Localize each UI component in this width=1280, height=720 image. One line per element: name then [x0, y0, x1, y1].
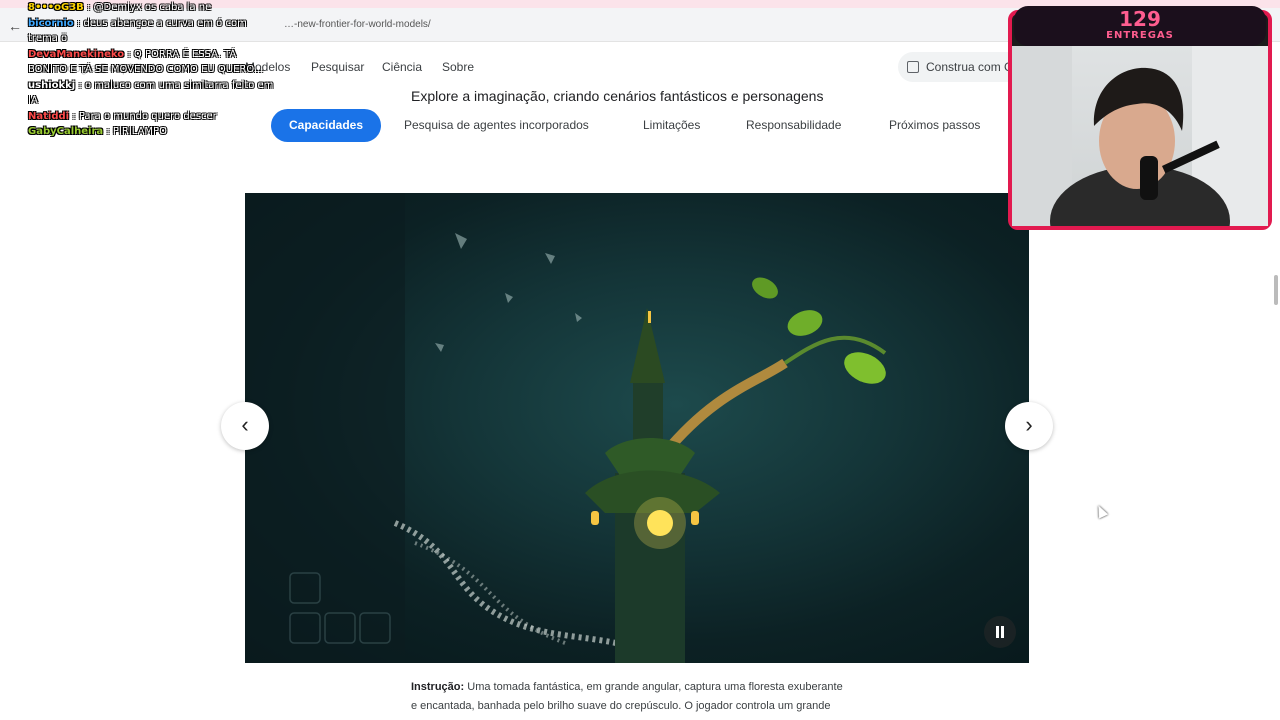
scrollbar-thumb[interactable]	[1274, 275, 1278, 305]
chat-username: bicornio	[28, 17, 74, 29]
build-with-label: Construa com G	[926, 60, 1014, 74]
arrow-left-icon[interactable]: ←	[6, 17, 24, 35]
section-heading: Explore a imaginação, criando cenários f…	[411, 88, 824, 104]
chat-text: : Para o mundo quero descer	[72, 110, 217, 122]
tab-limitacoes[interactable]: Limitações	[643, 109, 700, 142]
webcam-video	[1012, 46, 1268, 226]
external-link-icon	[907, 61, 919, 73]
chat-username: 8•••oG3B	[28, 2, 84, 13]
webcam-count: 129	[1119, 7, 1161, 31]
chevron-left-icon: ‹	[241, 412, 249, 437]
chat-message: DevaManekineko : Q PORRA É ESSA. TÁ BONI…	[28, 47, 278, 78]
nav-pesquisar[interactable]: Pesquisar	[311, 60, 364, 74]
webcam-counter-banner: 129 ENTREGAS	[1014, 6, 1266, 46]
chat-message: 8•••oG3B : @Demiyx os caba la ne	[28, 0, 278, 16]
chat-message: bicornio : deus abençoe a curva em ó com…	[28, 16, 278, 47]
chat-username: Natiddi	[28, 110, 70, 122]
chat-username: GabyCalheira	[28, 126, 104, 137]
webcam-label: ENTREGAS	[1106, 30, 1174, 41]
video-caption: Instrução: Uma tomada fantástica, em gra…	[411, 678, 851, 720]
chevron-right-icon: ›	[1025, 412, 1033, 437]
chat-text: : @Demiyx os caba la ne	[86, 2, 212, 13]
tab-proximos-passos[interactable]: Próximos passos	[889, 109, 980, 142]
tab-pesquisa-agentes[interactable]: Pesquisa de agentes incorporados	[404, 109, 589, 142]
nav-sobre[interactable]: Sobre	[442, 60, 474, 74]
streamer-figure	[1012, 46, 1268, 226]
demo-video[interactable]	[245, 193, 1029, 663]
carousel-prev-button[interactable]: ‹	[221, 402, 269, 450]
mouse-cursor-icon	[1093, 503, 1109, 519]
chat-message: GabyCalheira : PIRILAMPO	[28, 124, 278, 140]
nav-ciencia[interactable]: Ciência	[382, 60, 422, 74]
fairy-forest-scene	[245, 193, 887, 663]
tab-capacidades[interactable]: Capacidades	[271, 109, 382, 142]
chat-username: DevaManekineko	[28, 48, 125, 60]
chat-message: ushiokkj : o maluco com uma simitarra fe…	[28, 78, 278, 109]
caption-label: Instrução:	[411, 681, 465, 693]
pause-icon[interactable]	[984, 616, 1016, 648]
tab-responsabilidade[interactable]: Responsabilidade	[746, 109, 841, 142]
stream-chat-overlay: 8•••oG3B : @Demiyx os caba la ne bicorni…	[28, 0, 278, 140]
caption-text: Uma tomada fantástica, em grande angular…	[411, 681, 843, 720]
chat-username: ushiokkj	[28, 79, 76, 91]
carousel-next-button[interactable]: ›	[1005, 402, 1053, 450]
url-text[interactable]: …-new-frontier-for-world-models/	[284, 19, 431, 30]
chat-message: Natiddi : Para o mundo quero descer	[28, 109, 278, 125]
chat-text: : PIRILAMPO	[106, 126, 167, 137]
